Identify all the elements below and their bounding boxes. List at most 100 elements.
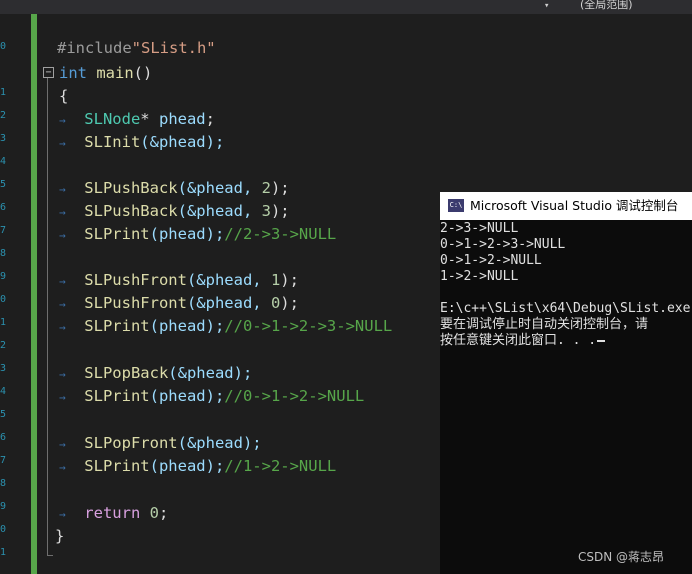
gutter-mark: 9 bbox=[0, 501, 7, 512]
function-name: SLPushBack bbox=[84, 179, 178, 197]
arrow-icon: → bbox=[59, 137, 66, 150]
console-line-last: 按任意键关闭此窗口. . . bbox=[440, 333, 606, 349]
include-file: "SList.h" bbox=[131, 39, 216, 57]
number-literal: 0 bbox=[270, 294, 281, 312]
int-keyword: int bbox=[59, 64, 87, 82]
scope-dropdown[interactable]: (全局范围) bbox=[580, 0, 633, 12]
gutter-mark: 2 bbox=[0, 340, 7, 351]
arrow-icon: → bbox=[59, 508, 66, 521]
fold-guide-end bbox=[47, 555, 53, 556]
code-line-phead-decl[interactable]: → SLNode* phead; bbox=[59, 108, 215, 131]
code-comment: //0->1->2->NULL bbox=[224, 387, 365, 405]
console-line: 按任意键关闭此窗口. . . bbox=[440, 333, 597, 348]
gutter-mark: 1 bbox=[0, 547, 7, 558]
console-line: 0->1->2->3->NULL bbox=[440, 237, 566, 252]
variable: phead bbox=[158, 110, 206, 128]
pointer-star: * bbox=[140, 110, 150, 128]
function-name: SLPopFront bbox=[84, 434, 178, 452]
closing-paren: ); bbox=[280, 271, 299, 289]
function-args: (phead); bbox=[149, 317, 225, 335]
console-title: Microsoft Visual Studio 调试控制台 bbox=[470, 198, 679, 213]
code-line-main[interactable]: int main() bbox=[59, 62, 152, 85]
console-line: 0->1->2->NULL bbox=[440, 253, 542, 268]
function-name: SLInit bbox=[84, 133, 141, 151]
gutter-mark: 4 bbox=[0, 386, 7, 397]
arrow-icon: → bbox=[59, 461, 66, 474]
gutter-mark: 8 bbox=[0, 478, 7, 489]
semicolon: ; bbox=[158, 504, 169, 522]
gutter-mark: 5 bbox=[0, 179, 7, 190]
arrow-icon: → bbox=[59, 321, 66, 334]
code-line-pushback-3[interactable]: → SLPushBack(&phead, 3); bbox=[59, 200, 290, 223]
debug-console-window[interactable]: C:\ Microsoft Visual Studio 调试控制台 2->3->… bbox=[440, 192, 692, 574]
arrow-icon: → bbox=[59, 229, 66, 242]
code-line-popfront[interactable]: → SLPopFront(&phead); bbox=[59, 432, 262, 455]
code-line-print-2[interactable]: → SLPrint(phead);//0->1->2->3->NULL bbox=[59, 315, 392, 338]
arrow-icon: → bbox=[59, 298, 66, 311]
code-line-include[interactable]: #include"SList.h" bbox=[57, 37, 216, 60]
function-name: SLPopBack bbox=[84, 364, 169, 382]
gutter-mark: 0 bbox=[0, 524, 7, 535]
function-args: (&phead, bbox=[186, 271, 262, 289]
line-number-gutter: 0 1 2 3 4 5 6 7 8 9 0 1 2 3 4 5 6 7 8 9 … bbox=[0, 14, 30, 574]
gutter-mark: 4 bbox=[0, 156, 7, 167]
function-name: SLPrint bbox=[84, 457, 150, 475]
gutter-mark: 3 bbox=[0, 133, 7, 144]
code-line-pushback-2[interactable]: → SLPushBack(&phead, 2); bbox=[59, 177, 290, 200]
console-line: 2->3->NULL bbox=[440, 221, 519, 236]
function-args: (&phead, bbox=[186, 294, 262, 312]
code-line-print-1[interactable]: → SLPrint(phead);//2->3->NULL bbox=[59, 223, 336, 246]
console-app-icon: C:\ bbox=[448, 199, 464, 212]
main-function: main bbox=[96, 64, 134, 82]
arrow-icon: → bbox=[59, 368, 66, 381]
function-args: (&phead, bbox=[177, 202, 253, 220]
function-args: (&phead); bbox=[168, 364, 253, 382]
code-line-brace-close[interactable]: } bbox=[55, 525, 64, 548]
watermark: CSDN @蒋志昂 bbox=[578, 550, 665, 564]
function-args: (phead); bbox=[149, 387, 225, 405]
gutter-mark: 0 bbox=[0, 294, 7, 305]
gutter-mark: 8 bbox=[0, 248, 7, 259]
brace-open: { bbox=[59, 87, 69, 105]
function-args: (&phead); bbox=[140, 133, 225, 151]
console-titlebar[interactable]: C:\ Microsoft Visual Studio 调试控制台 bbox=[440, 192, 692, 220]
code-line-pushfront-0[interactable]: → SLPushFront(&phead, 0); bbox=[59, 292, 299, 315]
arrow-icon: → bbox=[59, 183, 66, 196]
type-name: SLNode bbox=[84, 110, 141, 128]
code-comment: //2->3->NULL bbox=[224, 225, 337, 243]
brace-close: } bbox=[55, 527, 65, 545]
gutter-mark: 7 bbox=[0, 225, 7, 236]
return-keyword: return bbox=[84, 504, 141, 522]
code-line-brace-open[interactable]: { bbox=[59, 85, 68, 108]
gutter-mark: 1 bbox=[0, 87, 7, 98]
code-line-return[interactable]: → return 0; bbox=[59, 502, 168, 525]
function-args: (&phead, bbox=[177, 179, 253, 197]
code-line-pushfront-1[interactable]: → SLPushFront(&phead, 1); bbox=[59, 269, 299, 292]
number-literal: 1 bbox=[270, 271, 281, 289]
code-line-print-3[interactable]: → SLPrint(phead);//0->1->2->NULL bbox=[59, 385, 364, 408]
arrow-icon: → bbox=[59, 206, 66, 219]
function-args: (phead); bbox=[149, 457, 225, 475]
collapse-toggle-icon[interactable]: − bbox=[43, 67, 54, 78]
function-name: SLPushFront bbox=[84, 271, 187, 289]
caret-down-icon[interactable]: ▾ bbox=[544, 0, 549, 12]
number-literal: 3 bbox=[261, 202, 271, 220]
arrow-icon: → bbox=[59, 114, 66, 127]
include-directive: #include bbox=[57, 39, 132, 57]
closing-paren: ); bbox=[280, 294, 299, 312]
console-line: 1->2->NULL bbox=[440, 269, 519, 284]
code-line-slinit[interactable]: → SLInit(&phead); bbox=[59, 131, 224, 154]
gutter-mark: 0 bbox=[0, 41, 7, 52]
arrow-icon: → bbox=[59, 438, 66, 451]
text-cursor bbox=[597, 339, 606, 342]
function-name: SLPrint bbox=[84, 317, 150, 335]
function-name: SLPushBack bbox=[84, 202, 178, 220]
gutter-mark: 5 bbox=[0, 409, 7, 420]
gutter-mark: 1 bbox=[0, 317, 7, 328]
code-line-print-4[interactable]: → SLPrint(phead);//1->2->NULL bbox=[59, 455, 336, 478]
code-line-popback[interactable]: → SLPopBack(&phead); bbox=[59, 362, 252, 385]
console-line: 要在调试停止时自动关闭控制台，请 bbox=[440, 317, 649, 332]
console-output[interactable]: 2->3->NULL 0->1->2->3->NULL 0->1->2->NUL… bbox=[440, 221, 692, 574]
arrow-icon: → bbox=[59, 275, 66, 288]
code-comment: //1->2->NULL bbox=[224, 457, 337, 475]
